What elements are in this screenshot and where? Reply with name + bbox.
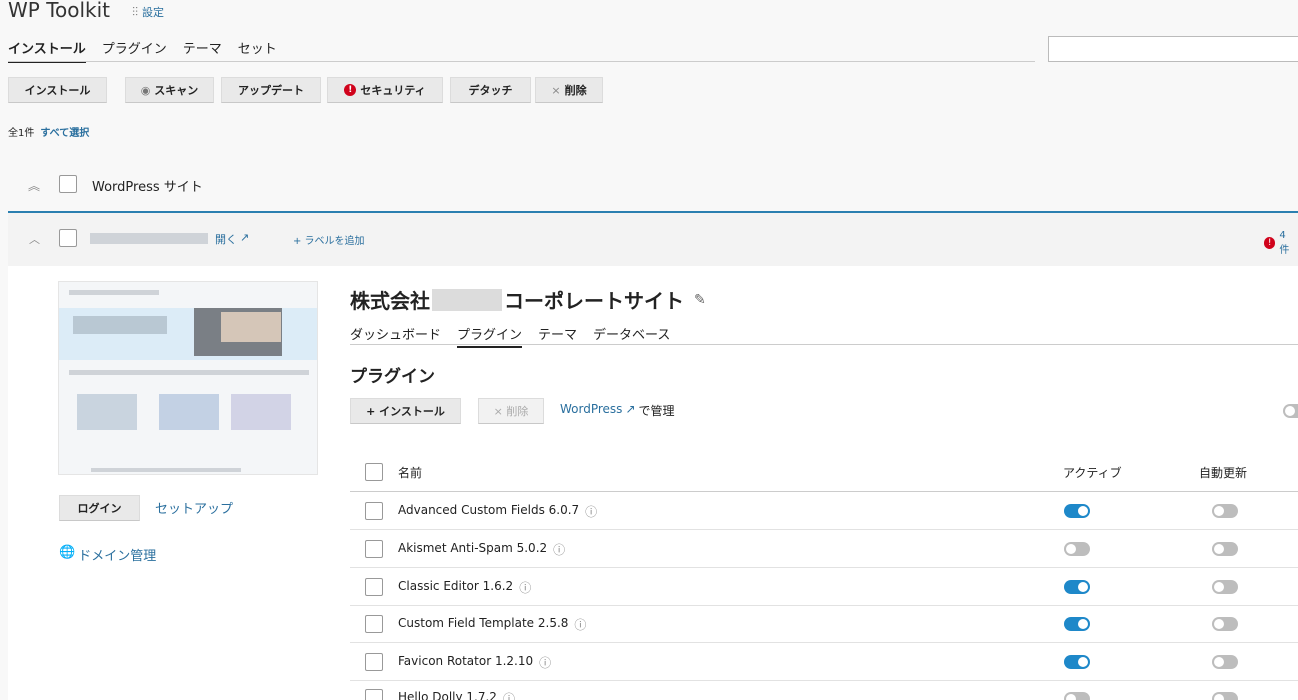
info-icon[interactable]: ⓘ bbox=[574, 616, 586, 633]
autoupdate-toggle[interactable] bbox=[1212, 655, 1238, 669]
plugin-name: Favicon Rotator 1.2.10 ⓘ bbox=[398, 654, 552, 671]
group-checkbox[interactable] bbox=[59, 175, 77, 193]
active-toggle[interactable] bbox=[1064, 542, 1090, 556]
search-input[interactable] bbox=[1048, 36, 1298, 62]
collapse-all-icon[interactable]: ︽ bbox=[28, 177, 40, 194]
manage-in-wordpress-link[interactable]: WordPress ↗ で管理 bbox=[560, 402, 675, 419]
tab-install[interactable]: インストール bbox=[8, 38, 86, 63]
external-link-icon: ↗ bbox=[240, 231, 250, 244]
autoupdate-toggle[interactable] bbox=[1212, 504, 1238, 518]
site-checkbox[interactable] bbox=[59, 229, 77, 247]
plugin-row-checkbox[interactable] bbox=[365, 615, 383, 633]
plugins-heading: プラグイン bbox=[350, 367, 435, 387]
alert-icon: ! bbox=[344, 84, 357, 96]
site-title: 株式会社 コーポレートサイト ✎ bbox=[350, 288, 706, 313]
app-title: WP Toolkit bbox=[8, 0, 111, 22]
plugin-row-checkbox[interactable] bbox=[365, 540, 383, 558]
tabs-divider bbox=[8, 61, 1035, 62]
tab-sets[interactable]: セット bbox=[238, 38, 277, 63]
autoupdate-toggle[interactable] bbox=[1212, 542, 1238, 556]
plugin-row-checkbox[interactable] bbox=[365, 653, 383, 671]
info-icon[interactable]: ⓘ bbox=[503, 690, 515, 700]
update-button[interactable]: アップデート bbox=[221, 77, 321, 103]
item-count: 全1件 bbox=[8, 128, 35, 139]
scan-button[interactable]: ◉ スキャン bbox=[125, 77, 214, 103]
info-icon[interactable]: ⓘ bbox=[585, 503, 597, 520]
site-thumbnail[interactable] bbox=[58, 281, 318, 475]
active-toggle[interactable] bbox=[1064, 504, 1090, 518]
add-label-link[interactable]: + ラベルを追加 bbox=[293, 232, 365, 247]
active-toggle[interactable] bbox=[1064, 580, 1090, 594]
table-row-divider bbox=[350, 529, 1298, 530]
plugin-row-checkbox[interactable] bbox=[365, 502, 383, 520]
column-autoupdate[interactable]: 自動更新 bbox=[1199, 464, 1247, 481]
settings-link[interactable]: ⫶⫶ 設定 bbox=[132, 4, 164, 20]
site-tabs-divider bbox=[350, 344, 1298, 345]
collapse-site-icon[interactable]: ︿ bbox=[29, 231, 40, 247]
plugin-row-checkbox[interactable] bbox=[365, 578, 383, 596]
issues-badge[interactable]: ! 4 件 bbox=[1264, 230, 1298, 256]
delete-button[interactable]: × 削除 bbox=[535, 77, 603, 103]
info-icon[interactable]: ⓘ bbox=[519, 579, 531, 596]
summary: 全1件 すべて選択 bbox=[8, 124, 89, 139]
install-button[interactable]: インストール bbox=[8, 77, 107, 103]
manage-suffix: で管理 bbox=[638, 404, 675, 418]
plugin-name: Akismet Anti-Spam 5.0.2 ⓘ bbox=[398, 541, 566, 558]
autoupdate-toggle[interactable] bbox=[1212, 692, 1238, 700]
info-icon[interactable]: ⓘ bbox=[553, 541, 565, 558]
tab-themes[interactable]: テーマ bbox=[183, 38, 222, 63]
open-site-link[interactable]: 開く ↗ bbox=[215, 231, 249, 247]
active-toggle[interactable] bbox=[1064, 617, 1090, 631]
site-url-blurred bbox=[90, 233, 208, 244]
select-all-link[interactable]: すべて選択 bbox=[40, 124, 89, 139]
table-row-divider bbox=[350, 567, 1298, 568]
plugin-name: Advanced Custom Fields 6.0.7 ⓘ bbox=[398, 503, 598, 520]
globe-icon: 🌐 bbox=[59, 545, 76, 560]
active-toggle[interactable] bbox=[1064, 692, 1090, 700]
edit-icon[interactable]: ✎ bbox=[694, 292, 706, 308]
top-tabs: インストール プラグイン テーマ セット bbox=[8, 38, 277, 63]
plugin-install-button[interactable]: + インストール bbox=[350, 398, 461, 424]
plugin-name: Hello Dolly 1.7.2 ⓘ bbox=[398, 690, 515, 700]
view-toggle[interactable] bbox=[1283, 404, 1298, 418]
autoupdate-toggle[interactable] bbox=[1212, 580, 1238, 594]
login-button[interactable]: ログイン bbox=[59, 495, 140, 521]
settings-label: 設定 bbox=[142, 6, 165, 19]
external-link-icon: ↗ bbox=[625, 402, 636, 416]
alert-icon: ! bbox=[1264, 237, 1276, 249]
setup-link[interactable]: セットアップ bbox=[155, 498, 233, 517]
eye-icon: ◉ bbox=[140, 83, 151, 97]
autoupdate-toggle[interactable] bbox=[1212, 617, 1238, 631]
plugin-delete-button[interactable]: × 削除 bbox=[478, 398, 544, 424]
detach-button[interactable]: デタッチ bbox=[450, 77, 531, 103]
plugin-name: Custom Field Template 2.5.8 ⓘ bbox=[398, 616, 587, 633]
tab-plugins[interactable]: プラグイン bbox=[102, 38, 167, 63]
security-button[interactable]: ! セキュリティ bbox=[327, 77, 443, 103]
plugin-name: Classic Editor 1.6.2 ⓘ bbox=[398, 579, 532, 596]
close-icon: × bbox=[551, 83, 561, 97]
column-active[interactable]: アクティブ bbox=[1063, 464, 1122, 481]
sliders-icon: ⫶⫶ bbox=[132, 4, 139, 19]
table-row-divider bbox=[350, 605, 1298, 606]
plugin-row-checkbox[interactable] bbox=[365, 689, 383, 700]
info-icon[interactable]: ⓘ bbox=[539, 654, 551, 671]
group-label: WordPress サイト bbox=[92, 180, 203, 195]
active-toggle[interactable] bbox=[1064, 655, 1090, 669]
select-all-plugins-checkbox[interactable] bbox=[365, 463, 383, 481]
table-row-divider bbox=[350, 680, 1298, 681]
column-name[interactable]: 名前 bbox=[398, 464, 422, 481]
redacted-name bbox=[432, 288, 502, 311]
table-row-divider bbox=[350, 642, 1298, 643]
domain-management-link[interactable]: 🌐 ドメイン管理 bbox=[59, 545, 156, 564]
table-header-divider bbox=[350, 491, 1298, 492]
